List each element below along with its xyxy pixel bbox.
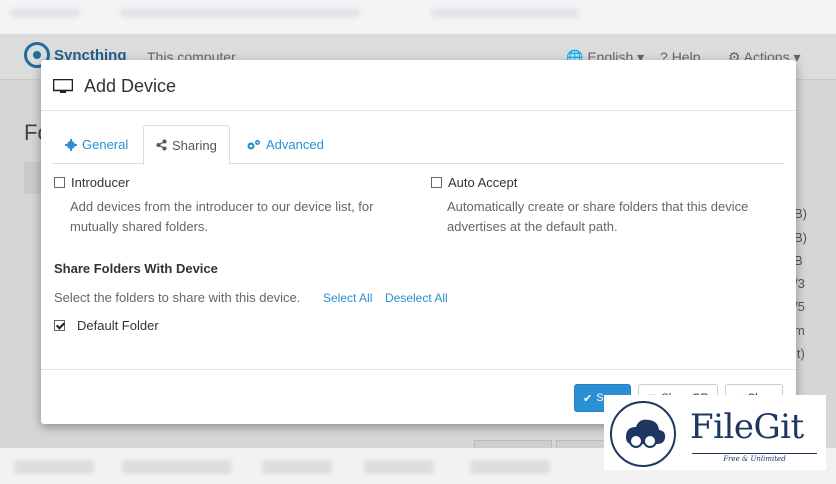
tab-sharing-label: Sharing	[172, 137, 217, 153]
share-folders-title: Share Folders With Device	[54, 261, 218, 276]
gear-icon	[65, 138, 77, 151]
cogs-icon	[247, 139, 260, 149]
introducer-option[interactable]: Introducer	[54, 175, 130, 190]
modal-header: Add Device	[41, 60, 796, 111]
monitor-icon	[53, 79, 73, 93]
folder-option-default[interactable]: Default Folder	[54, 318, 159, 333]
bg-button	[556, 440, 606, 448]
filegit-watermark: FileGit Free & Unlimited	[604, 395, 826, 470]
watermark-tagline: Free & Unlimited	[723, 455, 786, 463]
watermark-name: FileGit	[690, 407, 804, 447]
default-folder-checkbox[interactable]	[54, 320, 65, 331]
auto-accept-label: Auto Accept	[448, 175, 518, 190]
tab-general-label: General	[82, 137, 129, 152]
introducer-checkbox[interactable]	[54, 177, 65, 188]
add-device-modal: Add Device General Sharing Advanced Intr…	[41, 60, 796, 424]
filegit-logo-icon	[610, 401, 676, 467]
share-icon	[156, 139, 167, 151]
share-folders-description: Select the folders to share with this de…	[54, 290, 301, 305]
auto-accept-help: Automatically create or share folders th…	[447, 197, 748, 237]
tab-advanced[interactable]: Advanced	[234, 125, 336, 164]
auto-accept-help-line: advertises at the default path.	[447, 219, 618, 234]
modal-title: Add Device	[84, 76, 177, 96]
modal-tabs: General Sharing Advanced	[53, 125, 784, 165]
tab-advanced-label: Advanced	[266, 137, 324, 152]
browser-top-strip	[0, 0, 836, 34]
auto-accept-help-line: Automatically create or share folders th…	[447, 199, 749, 214]
save-button-label: S	[596, 392, 604, 404]
bg-button	[474, 440, 552, 448]
default-folder-label: Default Folder	[77, 318, 159, 333]
select-all-link[interactable]: Select All	[323, 291, 372, 305]
auto-accept-option[interactable]: Auto Accept	[431, 175, 517, 190]
introducer-label: Introducer	[71, 175, 130, 190]
introducer-help-line: Add devices from the introducer to our d…	[70, 199, 374, 214]
tab-sharing[interactable]: Sharing	[143, 125, 230, 165]
introducer-help: Add devices from the introducer to our d…	[70, 197, 373, 237]
check-icon: ✔	[583, 392, 593, 405]
deselect-all-link[interactable]: Deselect All	[385, 291, 448, 305]
watermark-divider	[692, 453, 817, 454]
auto-accept-checkbox[interactable]	[431, 177, 442, 188]
introducer-help-line: mutually shared folders.	[70, 219, 209, 234]
tab-general[interactable]: General	[53, 125, 140, 164]
